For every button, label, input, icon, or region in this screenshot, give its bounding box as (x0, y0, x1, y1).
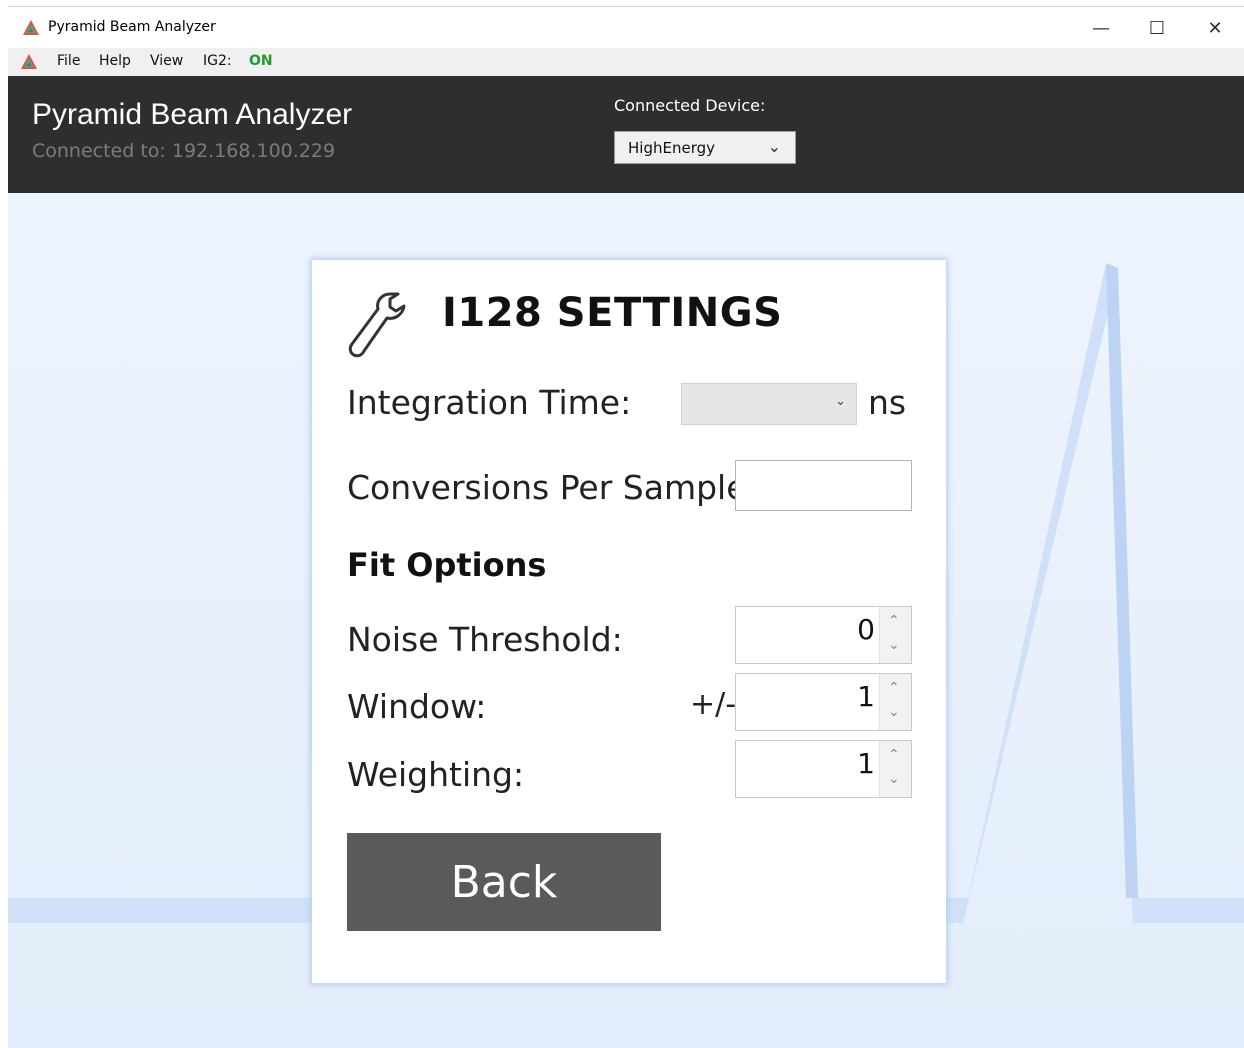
connection-status: Connected to: 192.168.100.229 (32, 140, 336, 162)
noise-threshold-label: Noise Threshold: (347, 620, 623, 659)
pyramid-logo-icon (23, 20, 39, 35)
window-label: Window: (347, 687, 487, 726)
pyramid-logo-icon (21, 54, 37, 69)
settings-card: I128 SETTINGS Integration Time: ⌄ ns Con… (312, 260, 946, 983)
chevron-down-icon: ⌄ (767, 137, 781, 156)
conversions-per-sample-input[interactable] (735, 460, 912, 511)
maximize-button[interactable]: ☐ (1134, 11, 1180, 45)
integration-time-select[interactable]: ⌄ (681, 383, 857, 425)
chevron-down-icon[interactable]: ⌄ (888, 637, 900, 653)
menu-bar: File Help View IG2: ON (8, 48, 1244, 76)
window-title: Pyramid Beam Analyzer (48, 19, 216, 35)
app-name: Pyramid Beam Analyzer (32, 98, 353, 131)
window-stepper[interactable]: 1 ⌃ ⌄ (735, 673, 912, 731)
weighting-stepper[interactable]: 1 ⌃ ⌄ (735, 740, 912, 798)
window-value: 1 (857, 680, 875, 713)
weighting-label: Weighting: (347, 755, 525, 794)
integration-time-unit: ns (868, 383, 907, 422)
stepper-arrows: ⌃ ⌄ (879, 674, 911, 730)
device-select-value: HighEnergy (628, 139, 715, 157)
stepper-arrows: ⌃ ⌄ (879, 607, 911, 663)
close-button[interactable]: ✕ (1192, 11, 1238, 45)
chevron-up-icon[interactable]: ⌃ (888, 680, 900, 696)
wrench-icon (348, 292, 406, 358)
integration-time-label: Integration Time: (347, 383, 632, 422)
minimize-button[interactable]: — (1078, 11, 1124, 45)
ig2-label: IG2: (203, 53, 232, 69)
chevron-up-icon[interactable]: ⌃ (888, 747, 900, 763)
noise-threshold-stepper[interactable]: 0 ⌃ ⌄ (735, 606, 912, 664)
window-plus-minus: +/- (690, 687, 737, 722)
conversions-per-sample-label: Conversions Per Sample: (347, 468, 758, 507)
connected-device-label: Connected Device: (614, 96, 766, 115)
settings-title: I128 SETTINGS (442, 290, 783, 336)
app-header: Pyramid Beam Analyzer Connected to: 192.… (8, 76, 1244, 193)
stepper-arrows: ⌃ ⌄ (879, 741, 911, 797)
chevron-down-icon[interactable]: ⌄ (888, 704, 900, 720)
weighting-value: 1 (857, 747, 875, 780)
chevron-down-icon: ⌄ (835, 394, 846, 409)
noise-threshold-value: 0 (857, 613, 875, 646)
menu-file[interactable]: File (57, 53, 80, 69)
window-titlebar: Pyramid Beam Analyzer — ☐ ✕ (8, 6, 1244, 49)
chevron-up-icon[interactable]: ⌃ (888, 613, 900, 629)
chevron-down-icon[interactable]: ⌄ (888, 771, 900, 787)
ig2-status: ON (249, 53, 273, 69)
back-button[interactable]: Back (347, 833, 661, 931)
menu-view[interactable]: View (150, 53, 183, 69)
menu-help[interactable]: Help (99, 53, 131, 69)
device-select[interactable]: HighEnergy ⌄ (614, 131, 796, 164)
fit-options-heading: Fit Options (347, 546, 547, 584)
